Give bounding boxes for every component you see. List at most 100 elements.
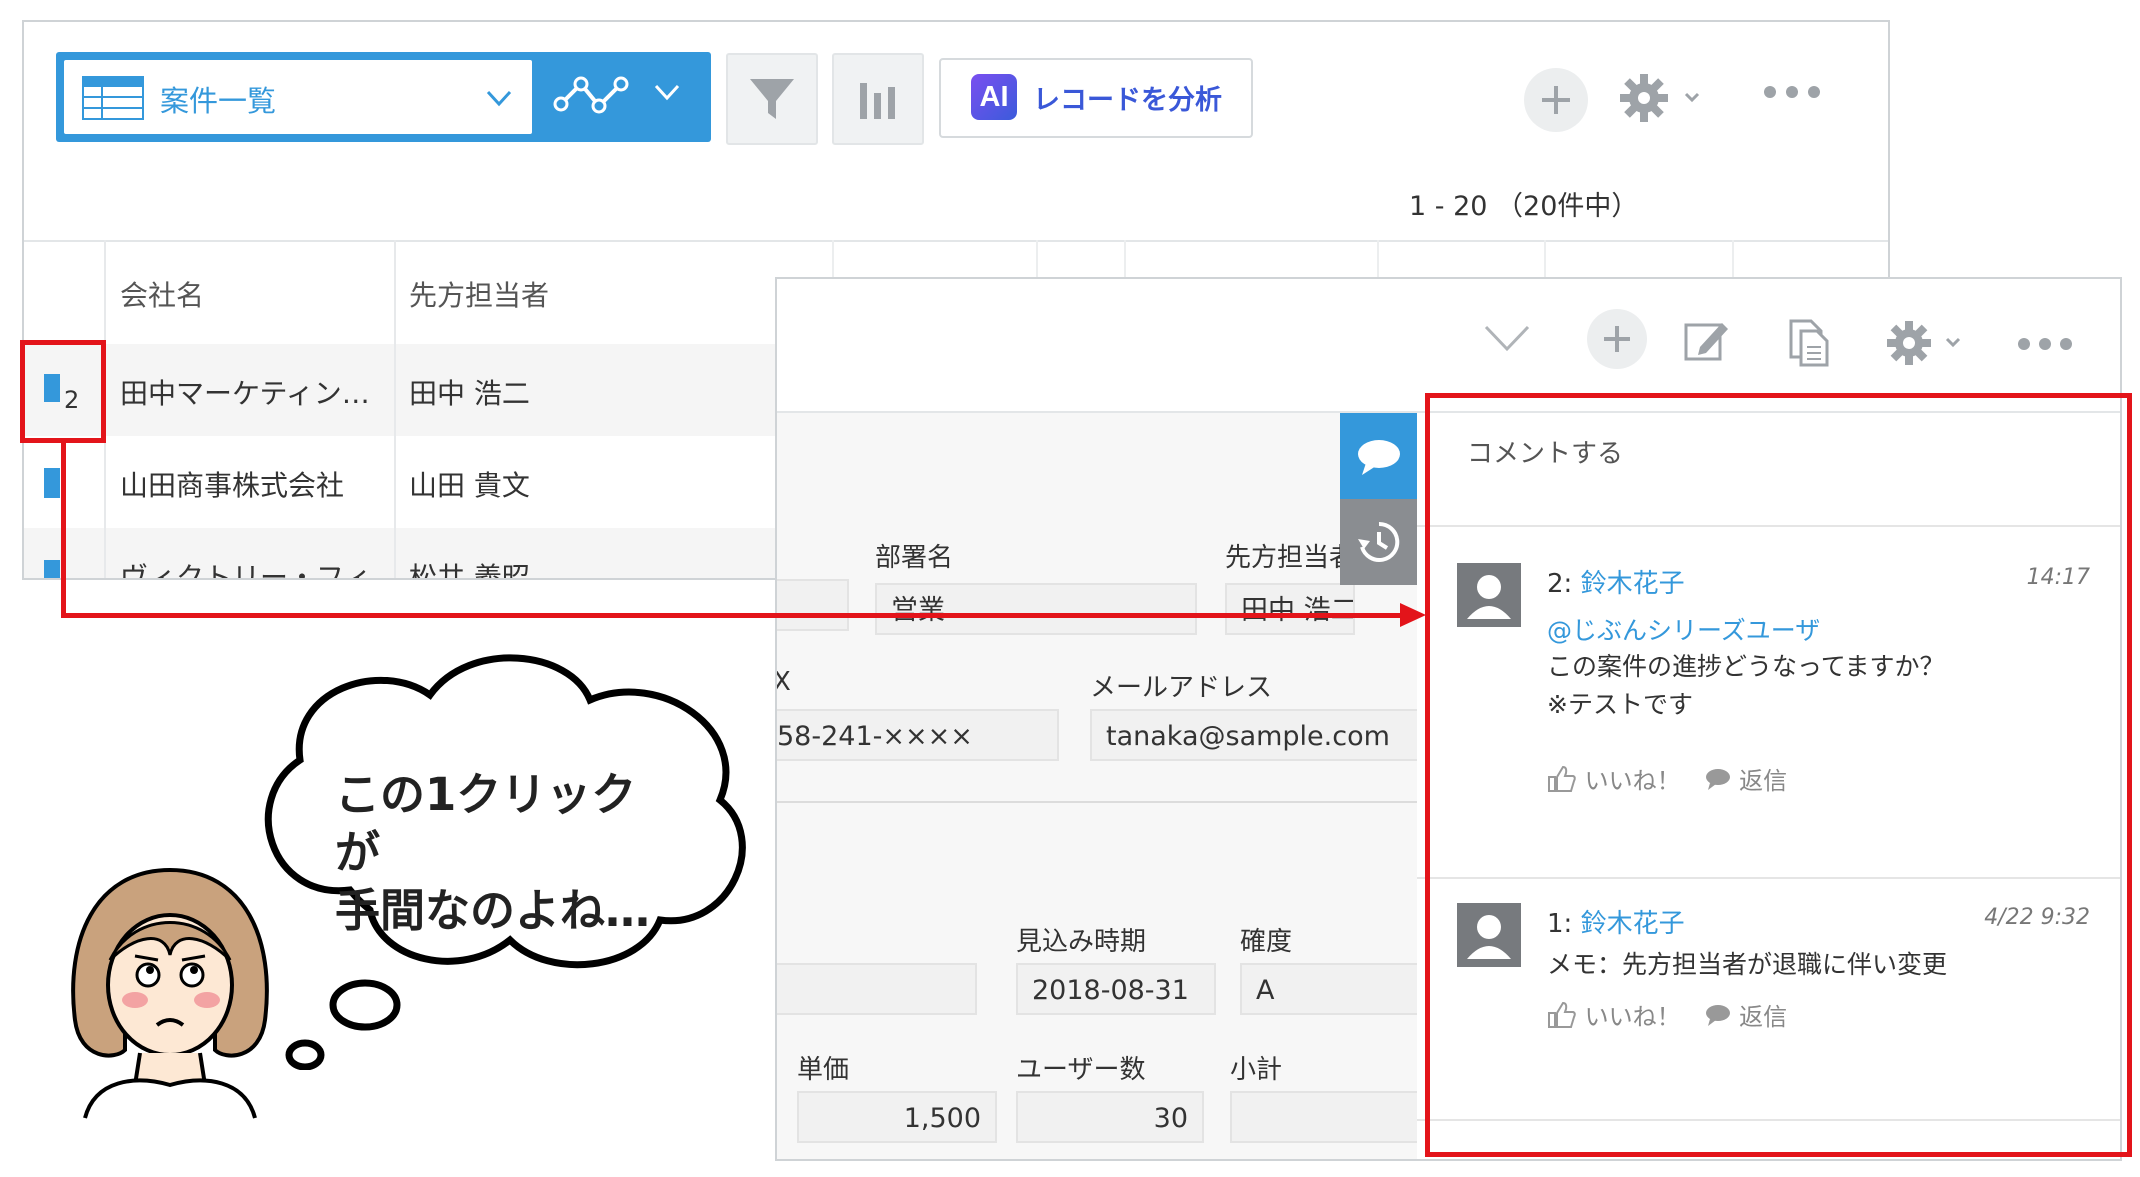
highlight-box-left (20, 340, 25, 443)
comment-item: 1: 鈴木花子 4/22 9:32 メモ：先方担当者が退職に伴い変更 いいね！ … (1417, 879, 2120, 1129)
gear-icon[interactable] (1618, 70, 1708, 126)
thumbs-up-icon[interactable] (1547, 765, 1577, 793)
view-selector[interactable]: 案件一覧 (56, 52, 711, 142)
chart-button[interactable] (832, 53, 924, 145)
field-label-expected-date: 見込み時期 (1016, 927, 1147, 957)
comment-panel: コメントする 2: 鈴木花子 14:17 @じぶんシリーズユーザ この案件の進捗… (1417, 413, 2120, 1159)
field-value-email: tanaka@sample.com (1090, 709, 1430, 761)
comment-divider (1417, 1119, 2120, 1121)
comment-text-line: ※テストです (1547, 690, 1693, 719)
table-top-border (24, 240, 1888, 242)
chevron-down-icon[interactable] (1482, 317, 1532, 357)
cell-contact: 松井 義昭 (409, 561, 530, 580)
field-label-unit-price: 単価 (797, 1055, 850, 1085)
comment-text-line: この案件の進捗どうなってますか？ (1547, 652, 1945, 681)
detail-link-icon[interactable] (44, 468, 60, 498)
connector-line-vertical (61, 443, 66, 618)
field-value-contact: 田中 浩二 (1225, 583, 1355, 635)
graph-icon[interactable] (551, 66, 631, 126)
view-name: 案件一覧 (160, 84, 277, 118)
field-value-expected-date: 2018-08-31 (1016, 963, 1216, 1015)
like-button[interactable]: いいね！ (1585, 767, 1681, 795)
grid-icon (82, 76, 144, 120)
history-tab[interactable] (1340, 499, 1417, 585)
chevron-down-icon (486, 90, 512, 107)
field-value-certainty: A (1240, 963, 1430, 1015)
analyze-records-button[interactable]: AI レコードを分析 (939, 58, 1253, 138)
highlight-panel-left (1425, 393, 1430, 1157)
comment-header: 2: 鈴木花子 (1547, 563, 1685, 600)
highlight-panel-right (2127, 393, 2132, 1157)
cell-contact: 田中 浩二 (409, 377, 530, 410)
field-value-unit-price: 1,500 (797, 1091, 997, 1143)
comment-time: 4/22 9:32 (1984, 905, 2090, 930)
comment-time: 14:17 (2026, 565, 2090, 590)
view-dropdown[interactable]: 案件一覧 (64, 60, 532, 134)
worried-woman-illustration (71, 867, 269, 1119)
like-button[interactable]: いいね！ (1585, 1003, 1681, 1031)
field-value-department: 営業 (875, 583, 1197, 635)
reply-icon[interactable] (1704, 1003, 1732, 1027)
comment-actions: いいね！ 返信 (1547, 761, 1787, 796)
column-header-company[interactable]: 会社名 (120, 274, 204, 314)
filter-button[interactable] (726, 53, 818, 145)
detail-link-icon[interactable] (44, 560, 60, 578)
thumbs-up-icon[interactable] (1547, 1001, 1577, 1029)
cell-company: ヴィクトリー・フィ (120, 561, 372, 580)
detail-link-icon[interactable] (44, 374, 60, 402)
plus-icon (1542, 86, 1570, 114)
field-value-phone: 58-241-×××× (777, 709, 1059, 761)
section-divider (777, 801, 1417, 803)
comment-mention[interactable]: @じぶんシリーズユーザ (1547, 611, 1820, 647)
connector-line-horizontal (61, 613, 1406, 618)
cell-contact: 山田 貴文 (409, 469, 530, 502)
field-value-user-count: 30 (1016, 1091, 1204, 1143)
avatar-icon (1467, 575, 1511, 619)
avatar (1457, 563, 1521, 627)
comment-number: 2: (1547, 569, 1573, 599)
analyze-records-label: レコードを分析 (1033, 85, 1222, 116)
reply-icon[interactable] (1704, 767, 1732, 791)
gear-icon[interactable] (1885, 317, 1969, 369)
add-record-button[interactable] (1524, 68, 1588, 132)
thought-line: 手間なのよね… (335, 884, 651, 937)
thought-line: この1クリックが (335, 768, 637, 879)
comment-actions: いいね！ 返信 (1547, 997, 1787, 1032)
thought-text: この1クリックが 手間なのよね… (335, 766, 675, 940)
field-label-department: 部署名 (875, 543, 954, 573)
plus-icon (1604, 326, 1630, 352)
highlight-box-right (101, 340, 106, 443)
comments-tab[interactable] (1340, 413, 1417, 499)
reply-button[interactable]: 返信 (1739, 767, 1787, 795)
comment-count-badge: 2 (64, 386, 80, 414)
field-value-prev (777, 579, 849, 631)
edit-icon[interactable] (1682, 317, 1732, 363)
cell-company: 田中マーケティン… (120, 377, 370, 410)
comment-author[interactable]: 鈴木花子 (1581, 569, 1685, 599)
chevron-down-icon[interactable] (652, 76, 682, 106)
comment-input[interactable]: コメントする (1467, 433, 1623, 470)
reply-button[interactable]: 返信 (1739, 1003, 1787, 1031)
comment-item: 2: 鈴木花子 14:17 @じぶんシリーズユーザ この案件の進捗どうなってます… (1417, 527, 2120, 877)
field-value-prev-amount (777, 963, 977, 1015)
more-icon[interactable] (1762, 84, 1822, 100)
field-label-user-count: ユーザー数 (1016, 1055, 1146, 1085)
copy-icon[interactable] (1787, 317, 1831, 367)
bar-chart-icon (860, 83, 895, 119)
field-label-contact: 先方担当者 (1225, 543, 1356, 573)
comment-number: 1: (1547, 909, 1573, 939)
add-record-button[interactable] (1587, 309, 1647, 369)
field-label-certainty: 確度 (1240, 927, 1293, 957)
highlight-box-top (20, 340, 106, 345)
comment-author[interactable]: 鈴木花子 (1581, 909, 1685, 939)
comment-text-line: メモ：先方担当者が退職に伴い変更 (1547, 950, 1948, 979)
arrow-head-icon (1400, 603, 1426, 627)
filter-icon (750, 79, 794, 119)
avatar-icon (1467, 915, 1511, 959)
comment-icon (1358, 440, 1400, 475)
field-label-fax: X (777, 667, 791, 697)
comment-header: 1: 鈴木花子 (1547, 903, 1685, 940)
more-icon[interactable] (2017, 337, 2073, 351)
column-header-contact[interactable]: 先方担当者 (409, 274, 549, 314)
cell-company: 山田商事株式会社 (120, 469, 345, 502)
